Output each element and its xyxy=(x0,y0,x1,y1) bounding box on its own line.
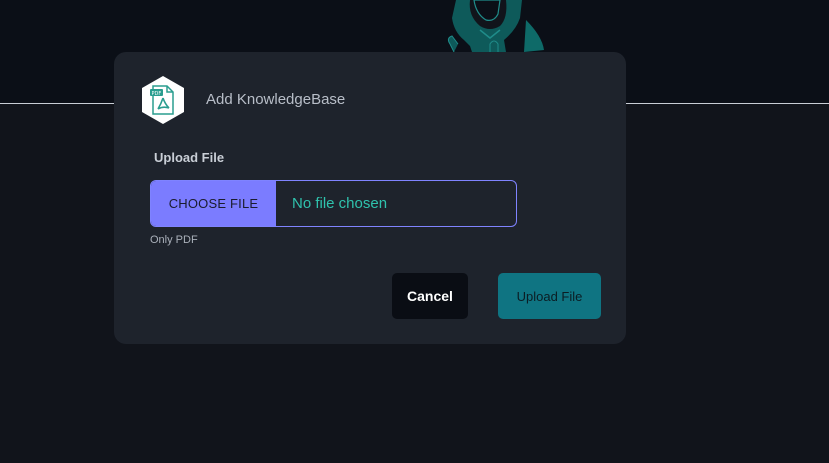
add-knowledgebase-modal: PDF Add KnowledgeBase Upload File CHOOSE… xyxy=(114,52,626,344)
illustration-figure xyxy=(447,0,544,52)
file-upload-field[interactable]: CHOOSE FILE No file chosen xyxy=(150,180,517,227)
upload-file-button[interactable]: Upload File xyxy=(498,273,601,319)
pdf-file-icon: PDF xyxy=(142,76,184,124)
cancel-button[interactable]: Cancel xyxy=(392,273,468,319)
modal-title: Add KnowledgeBase xyxy=(206,91,346,108)
file-type-hint: Only PDF xyxy=(150,234,198,246)
file-status-text: No file chosen xyxy=(292,195,388,212)
svg-text:PDF: PDF xyxy=(152,91,162,97)
upload-file-label: Upload File xyxy=(154,150,225,165)
choose-file-button[interactable]: CHOOSE FILE xyxy=(151,181,276,226)
